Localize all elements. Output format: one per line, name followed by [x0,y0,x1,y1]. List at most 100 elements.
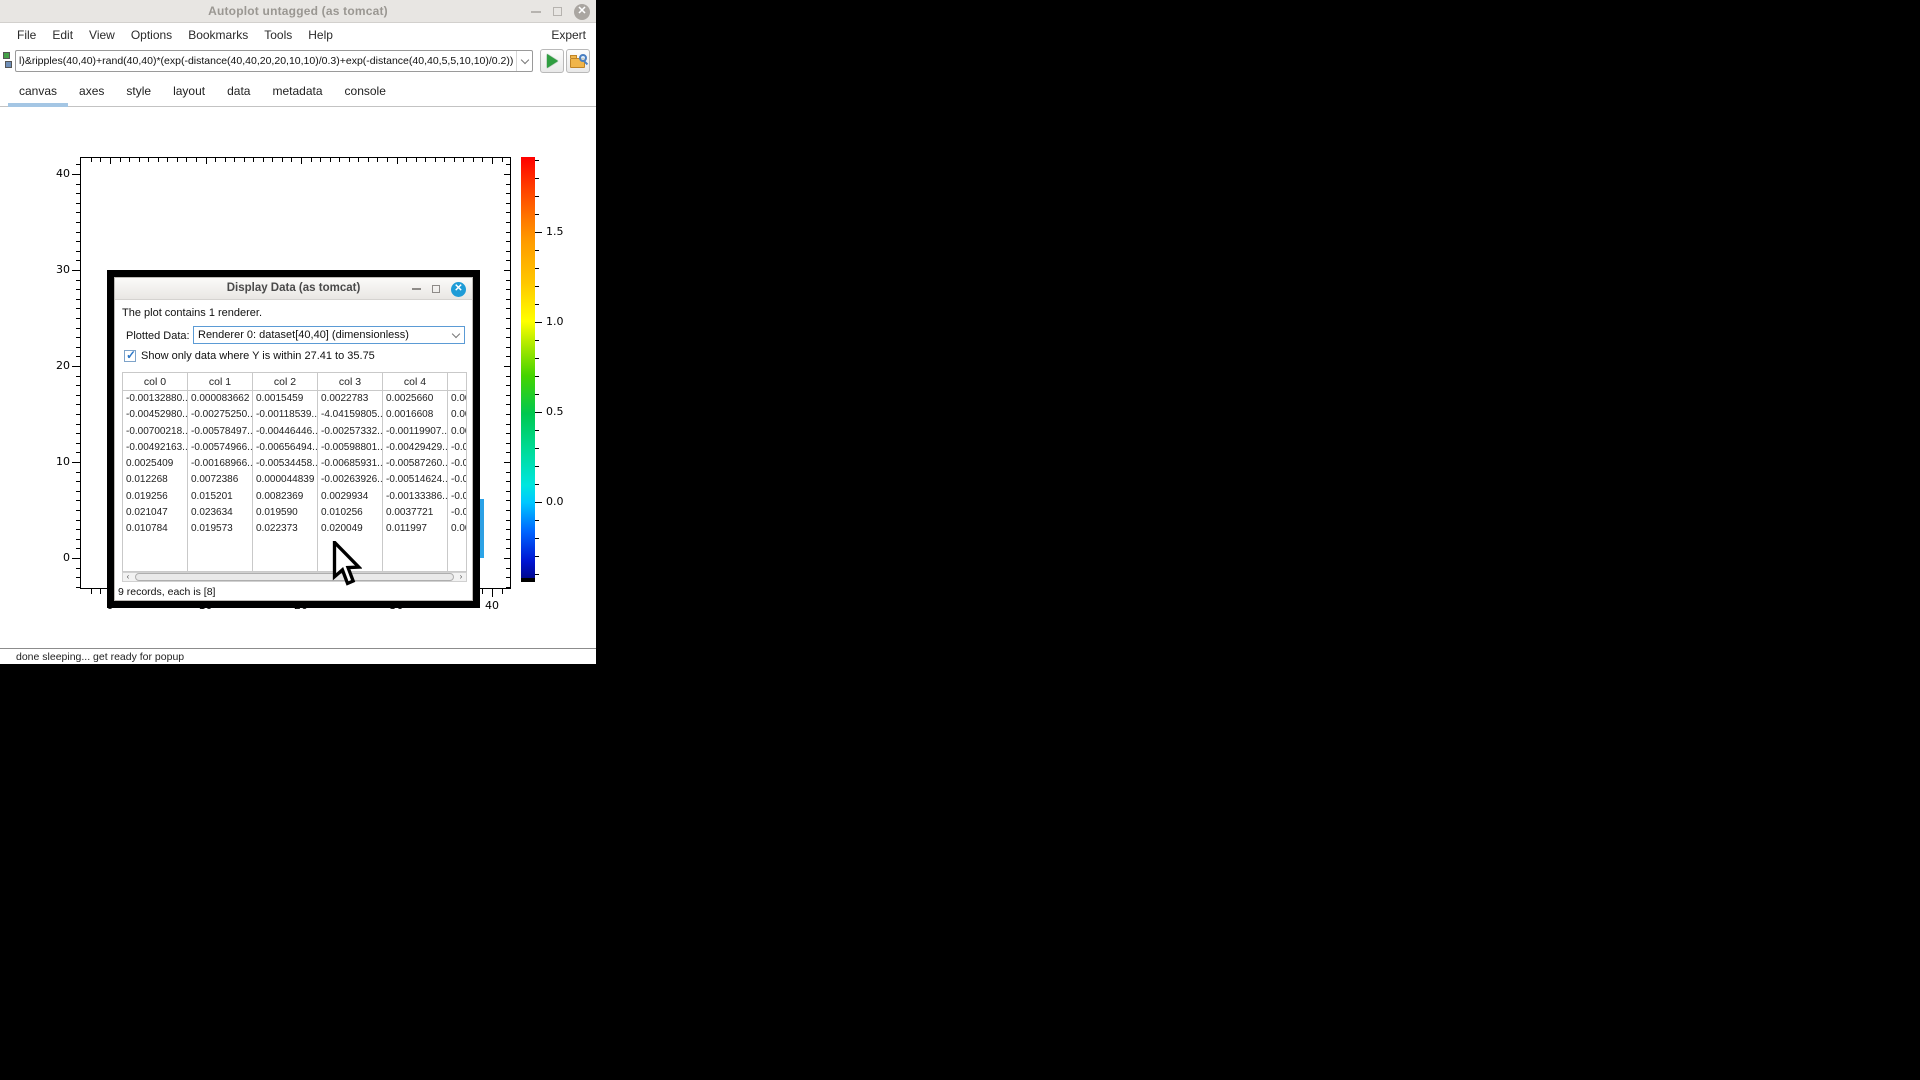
dialog-close-icon[interactable]: ✕ [451,282,466,297]
table-cell[interactable]: -0.00452980... [123,407,187,423]
colorbar[interactable] [521,157,535,578]
address-combobox[interactable]: l)&ripples(40,40)+rand(40,40)*(exp(-dist… [15,50,533,72]
table-cell[interactable]: -0.00429429... [383,440,447,456]
table-cell[interactable]: 0.022373 [253,521,317,537]
menu-item-bookmarks[interactable]: Bookmarks [180,28,256,42]
table-cell[interactable]: -0.00700218... [123,424,187,440]
close-icon[interactable]: ✕ [574,4,590,20]
table-cell[interactable]: 0.012268 [123,472,187,488]
menu-item-help[interactable]: Help [300,28,341,42]
table-cell[interactable]: 0.023634 [188,505,252,521]
table-cell[interactable]: 0.0029934 [318,489,382,505]
table-horizontal-scrollbar[interactable]: ‹ › [122,572,467,582]
table-cell[interactable]: 0.021047 [123,505,187,521]
data-table[interactable]: col 0-0.00132880...-0.00452980...-0.0070… [122,372,467,572]
tab-axes[interactable]: axes [68,78,115,106]
table-cell[interactable]: -0.0 [448,456,467,472]
minimize-icon[interactable] [531,11,541,13]
dialog-minimize-icon[interactable] [412,288,421,290]
table-column-header[interactable]: col 1 [188,373,252,391]
table-cell[interactable]: -0.00263926... [318,472,382,488]
table-column-header[interactable] [448,373,467,391]
table-cell[interactable]: -0.00118539... [253,407,317,423]
table-cell[interactable]: -0.00446446... [253,424,317,440]
table-cell[interactable]: 0.010256 [318,505,382,521]
table-column-header[interactable]: col 0 [123,373,187,391]
tab-console[interactable]: console [334,78,397,106]
scroll-left-icon[interactable]: ‹ [123,573,133,581]
table-cell[interactable]: -0.00133386... [383,489,447,505]
table-cell[interactable]: 0.0016608 [383,407,447,423]
menu-item-edit[interactable]: Edit [44,28,81,42]
tab-layout[interactable]: layout [162,78,216,106]
table-cell[interactable]: 0.00 [448,521,467,537]
table-column-header[interactable]: col 2 [253,373,317,391]
table-cell[interactable]: 0.00 [448,424,467,440]
table-cell[interactable]: -0.00656494... [253,440,317,456]
table-cell[interactable]: -0.00257332... [318,424,382,440]
table-cell[interactable]: 0.0037721 [383,505,447,521]
table-cell[interactable]: 0.019256 [123,489,187,505]
table-cell[interactable]: -0.00132880... [123,391,187,407]
table-cell[interactable]: -0.00514624... [383,472,447,488]
table-cell[interactable]: -0.00275250... [188,407,252,423]
maximize-icon[interactable] [553,7,562,16]
table-cell[interactable]: 0.019573 [188,521,252,537]
tab-metadata[interactable]: metadata [261,78,333,106]
axis-tick [148,158,149,162]
table-cell[interactable]: -0.00168966... [188,456,252,472]
menu-item-options[interactable]: Options [123,28,180,42]
table-cell[interactable]: -0.00119907... [383,424,447,440]
plotted-data-select[interactable]: Renderer 0: dataset[40,40] (dimensionles… [193,326,465,344]
table-cell[interactable]: 0.019590 [253,505,317,521]
axis-tick-label: 30 [10,263,70,276]
tab-canvas[interactable]: canvas [8,78,68,106]
menu-item-view[interactable]: View [81,28,123,42]
table-cell[interactable]: 0.0015459 [253,391,317,407]
table-cell[interactable]: 0.00 [448,391,467,407]
menu-item-file[interactable]: File [9,28,44,42]
plot-canvas[interactable]: 0102030404030201001.51.00.50.0 Display D… [0,107,596,648]
table-cell[interactable]: 0.0025660 [383,391,447,407]
window-titlebar[interactable]: Autoplot untagged (as tomcat) ✕ [0,0,596,23]
table-cell[interactable]: -0.0 [448,489,467,505]
go-button[interactable] [540,49,564,73]
table-cell[interactable]: -0.00598801... [318,440,382,456]
tab-data[interactable]: data [216,78,261,106]
table-cell[interactable]: 0.0072386 [188,472,252,488]
table-cell[interactable]: 0.0082369 [253,489,317,505]
table-cell[interactable]: -0.00534458... [253,456,317,472]
table-cell[interactable]: 0.00 [448,407,467,423]
table-cell[interactable]: 0.011997 [383,521,447,537]
address-input[interactable]: l)&ripples(40,40)+rand(40,40)*(exp(-dist… [16,55,516,67]
dialog-maximize-icon[interactable] [432,285,440,293]
table-column-header[interactable]: col 3 [318,373,382,391]
table-cell[interactable]: 0.020049 [318,521,382,537]
table-cell[interactable]: -0.0 [448,472,467,488]
table-cell[interactable]: 0.000044839 [253,472,317,488]
table-cell[interactable]: -0.0 [448,440,467,456]
table-cell[interactable]: 0.0025409 [123,456,187,472]
table-cell[interactable]: 0.0022783 [318,391,382,407]
table-column-header[interactable]: col 4 [383,373,447,391]
filter-checkbox[interactable]: ✓ [124,350,136,362]
combo-dropdown-button[interactable] [448,334,464,337]
table-cell[interactable]: 0.015201 [188,489,252,505]
address-dropdown-button[interactable] [516,51,532,71]
menu-item-tools[interactable]: Tools [256,28,300,42]
table-cell[interactable]: -0.00578497... [188,424,252,440]
table-cell[interactable]: 0.010784 [123,521,187,537]
table-cell[interactable]: -0.00685931... [318,456,382,472]
table-cell[interactable]: -0.00492163... [123,440,187,456]
scrollbar-thumb[interactable] [135,573,454,581]
open-file-button[interactable] [566,49,590,73]
scroll-right-icon[interactable]: › [456,573,466,581]
table-cell[interactable]: -0.0 [448,505,467,521]
table-cell[interactable]: 0.000083662 [188,391,252,407]
table-cell[interactable]: -4.04159805... [318,407,382,423]
table-cell[interactable]: -0.00587260... [383,456,447,472]
dialog-titlebar[interactable]: Display Data (as tomcat) ✕ [115,278,472,300]
expert-toggle[interactable]: Expert [551,28,596,42]
table-cell[interactable]: -0.00574966... [188,440,252,456]
tab-style[interactable]: style [115,78,162,106]
